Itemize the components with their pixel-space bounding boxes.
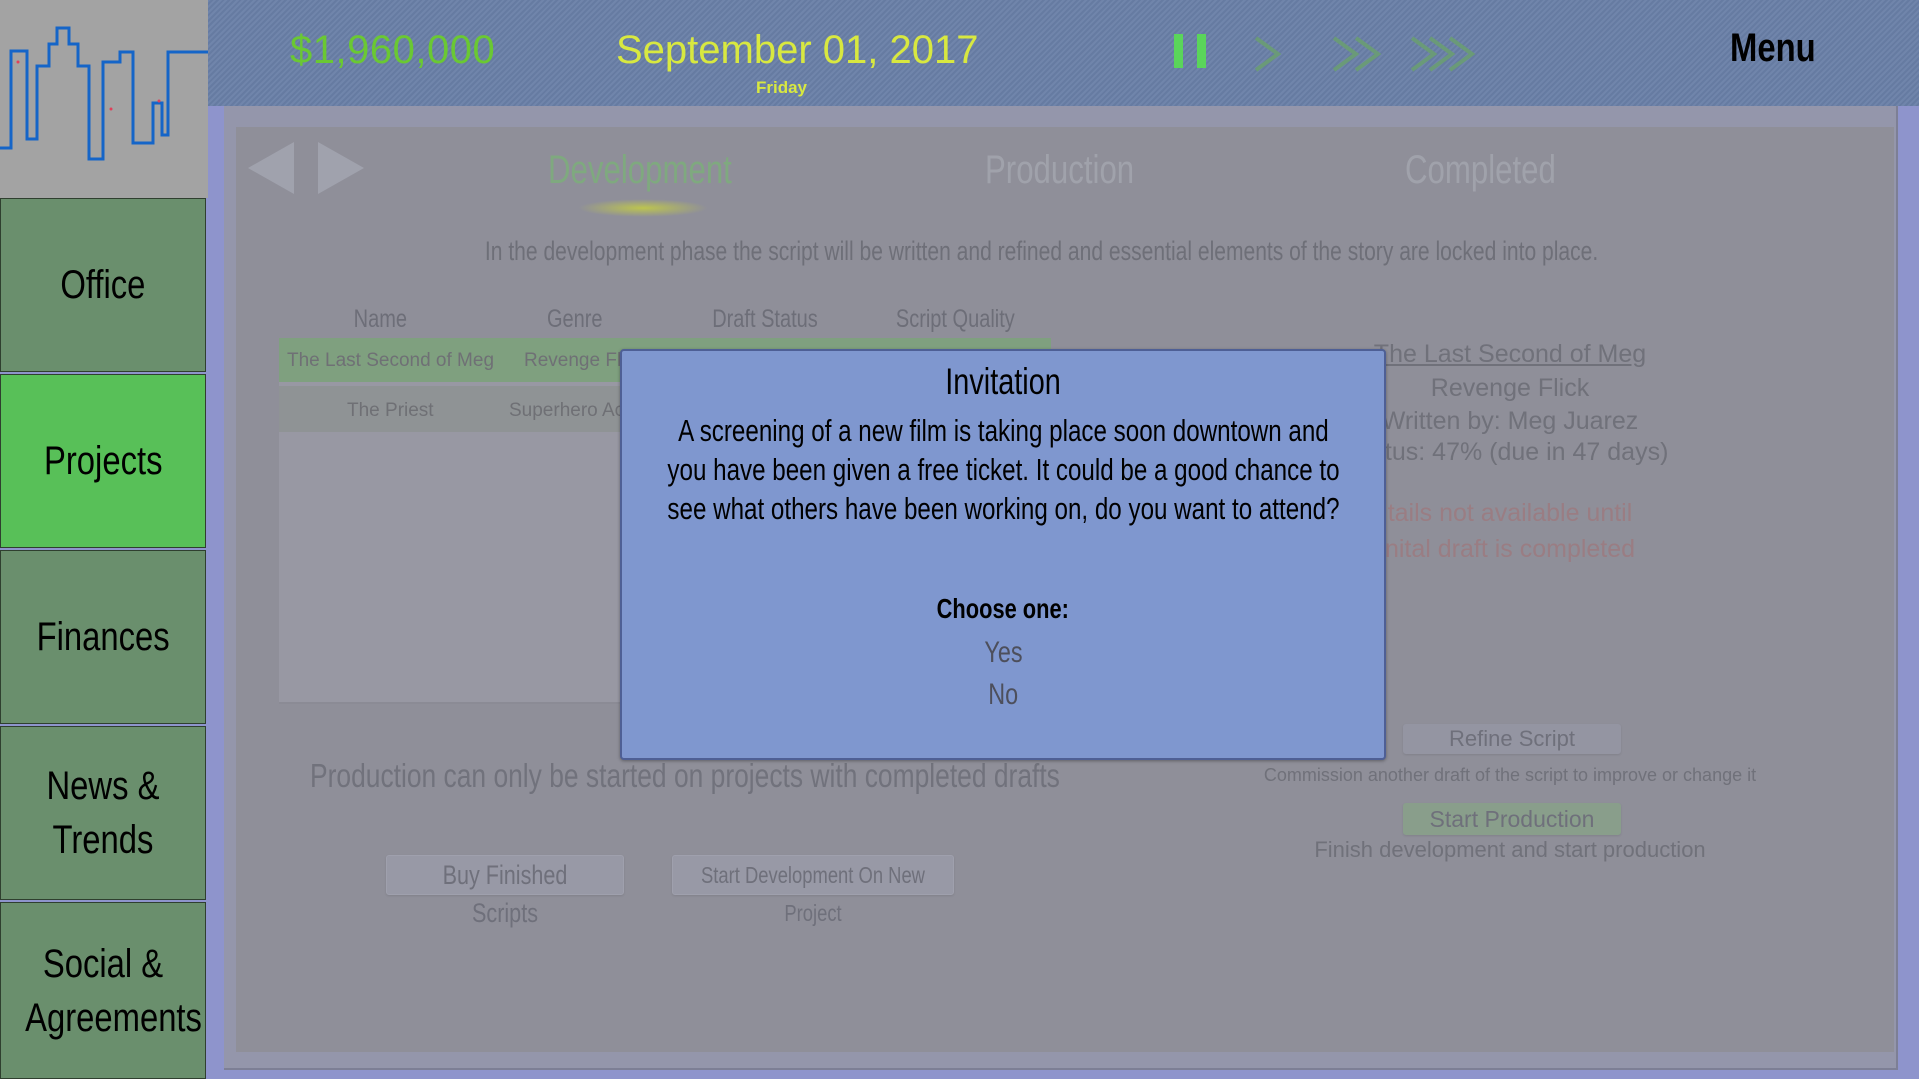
project-writer: Written by: Meg Juarez <box>1381 407 1639 435</box>
sidebar-item-finances[interactable]: Finances <box>0 550 206 724</box>
dialog-prompt: Choose one: <box>936 593 1070 624</box>
sidebar-item-label: Finances <box>36 615 170 659</box>
money-display: $1,960,000 <box>290 28 496 72</box>
details-warning: nital draft is completed <box>1384 535 1636 563</box>
sidebar-item-news-trends[interactable]: News & Trends <box>0 726 206 900</box>
button-label: Buy Finished Scripts <box>442 860 568 928</box>
project-genre: Revenge Fl <box>524 350 622 371</box>
previous-arrow-button[interactable] <box>248 142 294 194</box>
pause-icon <box>1174 34 1183 68</box>
play-speed-button[interactable] <box>1248 28 1288 80</box>
project-genre: Superhero Ac <box>509 400 625 421</box>
column-header-script-quality: Script Quality <box>895 305 1015 333</box>
triple-chevron-right-icon <box>1410 36 1476 72</box>
top-bar: $1,960,000 September 01, 2017 Friday Men… <box>208 0 1919 106</box>
pause-icon-bar <box>1197 34 1206 68</box>
project-draft-status: status: 47% (due in 47 days) <box>1351 438 1669 466</box>
dialog-title: Invitation <box>945 361 1061 402</box>
sidebar-item-social-agreements[interactable]: Social & Agreements <box>0 902 206 1079</box>
sidebar-item-projects[interactable]: Projects <box>0 374 206 548</box>
buy-finished-scripts-button[interactable]: Buy Finished Scripts <box>386 855 624 928</box>
project-genre-detail: Revenge Flick <box>1430 374 1590 402</box>
double-chevron-right-icon <box>1332 36 1382 72</box>
date-display: September 01, 2017 <box>616 28 979 72</box>
chevron-right-icon <box>1254 36 1282 72</box>
phase-description: In the development phase the script will… <box>0 236 1919 267</box>
dialog-body: A screening of a new film is taking plac… <box>666 413 1340 526</box>
option-no[interactable]: No <box>622 678 1384 712</box>
start-production-button[interactable]: Start Production <box>1403 803 1621 835</box>
fastest-speed-button[interactable] <box>1406 28 1486 80</box>
pause-button[interactable] <box>1174 28 1214 80</box>
start-new-project-button[interactable]: Start Development On New Project <box>672 855 954 926</box>
city-skyline-logo <box>0 0 208 198</box>
project-name: The Last Second of Meg <box>287 350 495 371</box>
sidebar: Office Projects Finances News & Trends S… <box>0 198 208 1079</box>
next-arrow-button[interactable] <box>318 142 364 194</box>
city-skyline-icon <box>0 26 208 161</box>
invitation-dialog: Invitation A screening of a new film is … <box>620 349 1386 760</box>
details-warning: tails not available until <box>1387 499 1633 527</box>
fast-speed-button[interactable] <box>1328 28 1388 80</box>
phase-description-text: In the development phase the script will… <box>484 236 1599 266</box>
tab-development[interactable]: Development <box>548 148 732 193</box>
refine-script-description: Commission another draft of the script t… <box>1263 765 1757 785</box>
weekday-display: Friday <box>756 78 808 97</box>
tab-production[interactable]: Production <box>985 148 1134 193</box>
column-header-genre: Genre <box>547 305 603 333</box>
refine-script-button[interactable]: Refine Script <box>1403 724 1621 754</box>
sidebar-item-label: Projects <box>43 439 163 483</box>
sidebar-item-label: Social & Agreements <box>25 941 202 1040</box>
button-label: Start Development On New Project <box>701 862 925 926</box>
tab-completed[interactable]: Completed <box>1405 148 1556 193</box>
column-header-draft-status: Draft Status <box>712 305 818 333</box>
start-production-description: Finish development and start production <box>1314 837 1706 862</box>
sidebar-item-office[interactable]: Office <box>0 198 206 372</box>
project-title-link[interactable]: The Last Second of Meg <box>1374 340 1646 369</box>
menu-button[interactable]: Menu <box>1730 26 1816 71</box>
sidebar-item-label: News & Trends <box>46 764 160 862</box>
option-yes[interactable]: Yes <box>622 636 1384 670</box>
active-tab-indicator <box>578 199 708 217</box>
project-name: The Priest <box>347 400 434 421</box>
column-header-name: Name <box>353 305 407 333</box>
production-note: Production can only be started on projec… <box>310 757 1060 794</box>
